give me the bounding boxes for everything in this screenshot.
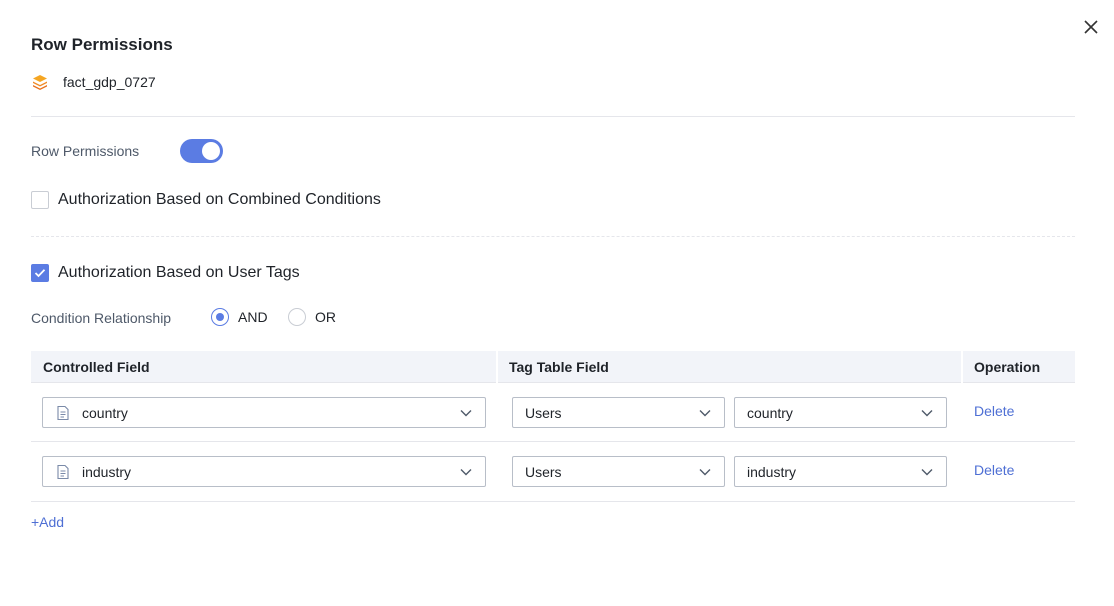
check-icon [34,269,46,278]
radio-and[interactable]: AND [211,308,268,326]
condition-relationship-label: Condition Relationship [31,310,172,326]
close-button[interactable] [1080,16,1102,38]
tag-table-value: Users [525,404,562,421]
chevron-down-icon [699,410,711,417]
document-icon [57,464,69,479]
combined-conditions-label: Authorization Based on Combined Conditio… [58,191,381,208]
header-tag-table-field: Tag Table Field [509,359,609,375]
row-divider [31,441,1075,442]
tag-table-select[interactable]: Users [512,397,725,428]
delete-button[interactable]: Delete [974,403,1014,419]
tag-table-select[interactable]: Users [512,456,725,487]
tag-table-value: Users [525,463,562,480]
row-permissions-label: Row Permissions [31,143,140,159]
radio-or-circle[interactable] [288,308,306,326]
row-divider [31,501,1075,502]
chevron-down-icon [921,469,933,476]
delete-button[interactable]: Delete [974,462,1014,478]
radio-or[interactable]: OR [288,308,336,326]
tag-field-value: country [747,404,793,421]
document-icon [57,405,69,420]
add-button[interactable]: +Add [31,514,64,530]
page-title: Row Permissions [31,35,173,54]
layers-icon [33,75,47,90]
header-separator [961,351,963,383]
header-controlled-field: Controlled Field [43,359,150,375]
section-divider [31,236,1075,237]
tag-field-select[interactable]: country [734,397,947,428]
divider [31,116,1075,117]
row-permissions-toggle[interactable] [180,139,223,163]
combined-conditions-option[interactable]: Authorization Based on Combined Conditio… [31,191,381,209]
toggle-knob [202,142,220,160]
radio-or-label: OR [315,309,336,325]
controlled-field-select[interactable]: industry [42,456,486,487]
radio-and-label: AND [238,309,268,325]
table-header: Controlled Field Tag Table Field Operati… [31,351,1075,383]
controlled-field-select[interactable]: country [42,397,486,428]
controlled-field-value: industry [82,463,132,480]
dataset-info: fact_gdp_0727 [31,73,156,91]
tag-field-value: industry [747,463,797,480]
close-icon [1084,20,1098,34]
user-tags-option[interactable]: Authorization Based on User Tags [31,264,300,282]
header-operation: Operation [974,359,1041,375]
chevron-down-icon [699,469,711,476]
chevron-down-icon [460,410,472,417]
row-permissions-row: Row Permissions [31,138,139,164]
chevron-down-icon [460,469,472,476]
user-tags-label: Authorization Based on User Tags [58,264,300,281]
tag-field-select[interactable]: industry [734,456,947,487]
dataset-name: fact_gdp_0727 [63,74,156,90]
radio-and-circle[interactable] [211,308,229,326]
controlled-field-value: country [82,404,128,421]
header-separator [496,351,498,383]
combined-conditions-checkbox[interactable] [31,191,49,209]
chevron-down-icon [921,410,933,417]
user-tags-checkbox[interactable] [31,264,49,282]
